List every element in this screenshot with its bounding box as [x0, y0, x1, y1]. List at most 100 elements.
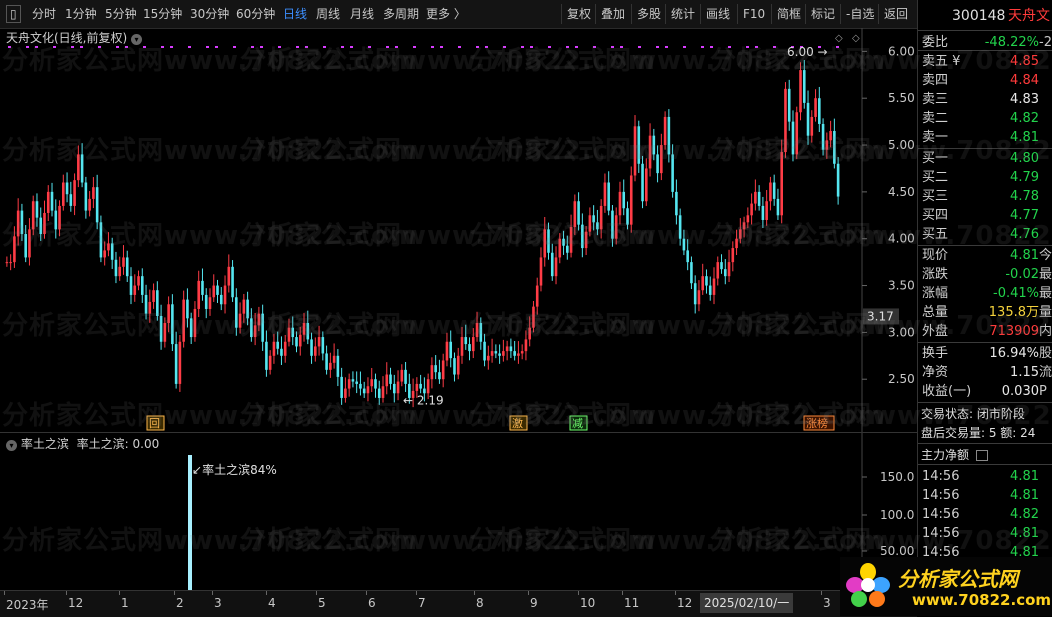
period-tab-2[interactable]: 5分钟 — [105, 6, 137, 22]
candle-body — [498, 353, 501, 356]
candle-body — [701, 276, 705, 291]
candle-body — [69, 194, 73, 206]
stock-code: 300148 — [952, 8, 1006, 24]
toolbar-button-0[interactable]: 复权 — [567, 6, 591, 22]
candle-body — [644, 168, 648, 202]
candle-body — [61, 182, 65, 206]
candle-body — [505, 346, 509, 352]
candle-body — [46, 191, 50, 213]
toolbar-button-9[interactable]: 返回 — [884, 6, 908, 22]
period-tab-0[interactable]: 分时 — [32, 6, 56, 22]
candle-body — [750, 203, 753, 216]
date-tick — [4, 591, 5, 595]
price-tick-label: 5.50 — [888, 91, 915, 105]
date-tick-label: 1 — [121, 596, 129, 610]
indicator-annotation: ↙率土之滨84% — [192, 463, 277, 477]
quote-stat-extra: 最 — [1039, 267, 1052, 282]
indicator-svg: 150.0100.050.00 — [188, 433, 914, 591]
candle-body — [118, 266, 122, 277]
tick-time: 14:56 — [922, 469, 960, 484]
candle-body — [122, 257, 125, 267]
candle-body — [355, 381, 358, 384]
date-tick-label: 8 — [476, 596, 484, 610]
toolbar-separator — [561, 4, 562, 24]
toolbar-separator — [665, 4, 666, 24]
period-tab-4[interactable]: 30分钟 — [190, 6, 229, 22]
candle-body — [178, 341, 182, 384]
candle-body — [434, 365, 437, 373]
toolbar-button-3[interactable]: 统计 — [671, 6, 695, 22]
period-tab-1[interactable]: 1分钟 — [65, 6, 97, 22]
candle-body — [336, 355, 340, 377]
period-tab-9[interactable]: 多周期 — [383, 6, 419, 22]
candle-body — [772, 182, 776, 199]
tick-row: 14:56 4.81 — [918, 486, 1052, 505]
candle-body — [152, 290, 155, 302]
period-tab-10[interactable]: 更多 〉 — [426, 6, 466, 22]
candle-body — [5, 262, 9, 264]
indicator-panel[interactable]: ▾ 率土之滨 率土之滨: 0.00 150.0 100.0 50.00 ↙率土之滨8… — [0, 432, 917, 591]
layout-toggle-icon[interactable]: ▯ — [6, 5, 21, 23]
toolbar-button-8[interactable]: -自选 — [846, 6, 874, 22]
price-tick-label: 3.50 — [888, 279, 915, 293]
candle-body — [216, 285, 219, 295]
date-tick-label: 10 — [580, 596, 596, 610]
period-tab-5[interactable]: 60分钟 — [236, 6, 275, 22]
period-tab-3[interactable]: 15分钟 — [143, 6, 182, 22]
candle-body — [419, 383, 422, 389]
date-tick-label: 12 — [68, 596, 84, 610]
candle-body — [362, 388, 366, 394]
candle-body — [174, 344, 178, 384]
period-tab-8[interactable]: 月线 — [350, 6, 374, 22]
candle-body — [114, 259, 118, 277]
candle-body — [483, 341, 486, 361]
toolbar-button-2[interactable]: 多股 — [637, 6, 661, 22]
watermark-text: 分析家公式网www.70822.com — [710, 46, 1052, 76]
candle-body — [392, 383, 396, 394]
quote-stat-row: 涨跌 -0.02 最 — [918, 265, 1052, 284]
date-tick-label: 11 — [624, 596, 640, 610]
site-logo: 分析家公式网 www.70822.com — [840, 557, 1052, 616]
bid-value: 4.79 — [1010, 170, 1039, 185]
ask-value: 4.83 — [1010, 92, 1039, 107]
candle-body — [426, 379, 430, 394]
fundamental-stat-label: 换手 — [922, 346, 949, 361]
candle-body — [776, 198, 780, 216]
candle-body — [404, 369, 407, 384]
toolbar-button-1[interactable]: 叠加 — [601, 6, 625, 22]
toolbar-button-4[interactable]: 画线 — [706, 6, 730, 22]
date-tick-label: 6 — [368, 596, 376, 610]
candle-body — [757, 191, 761, 206]
cursor-date-label: 2025/02/10/一 — [700, 593, 794, 613]
candle-body — [140, 276, 144, 295]
tick-price: 4.81 — [1010, 469, 1039, 484]
date-tick — [578, 591, 579, 595]
candle-body — [686, 250, 689, 263]
toolbar-separator — [700, 4, 701, 24]
candle-body — [693, 283, 697, 305]
candle-body — [332, 355, 336, 363]
candle-body — [607, 182, 610, 211]
candle-body — [490, 351, 494, 356]
date-tick — [266, 591, 267, 595]
candle-body — [438, 372, 441, 380]
candle-body — [201, 280, 204, 295]
candle-body — [697, 290, 701, 305]
net-inflow-header[interactable]: 主力净额 — [921, 446, 988, 463]
candle-body — [219, 294, 223, 305]
toolbar-button-6[interactable]: 简框 — [777, 6, 801, 22]
price-tick-label: 4.50 — [888, 185, 915, 199]
ask-row: 卖二 4.82 — [918, 109, 1052, 128]
indicator-tick-label: 150.0 — [880, 470, 914, 484]
candle-body — [73, 180, 76, 206]
candle-body — [468, 344, 471, 352]
stock-header[interactable]: 300148 天舟文 — [918, 4, 1052, 28]
toolbar-button-5[interactable]: F10 — [743, 6, 765, 22]
candle-body — [430, 365, 434, 380]
period-tab-7[interactable]: 周线 — [316, 6, 340, 22]
candle-body — [494, 351, 498, 354]
candle-body — [723, 269, 727, 277]
toolbar-button-7[interactable]: 标记 — [811, 6, 835, 22]
watermark-text: 分析家公式网www.70822.com — [710, 221, 1052, 251]
period-tab-6[interactable]: 日线 — [283, 6, 307, 22]
